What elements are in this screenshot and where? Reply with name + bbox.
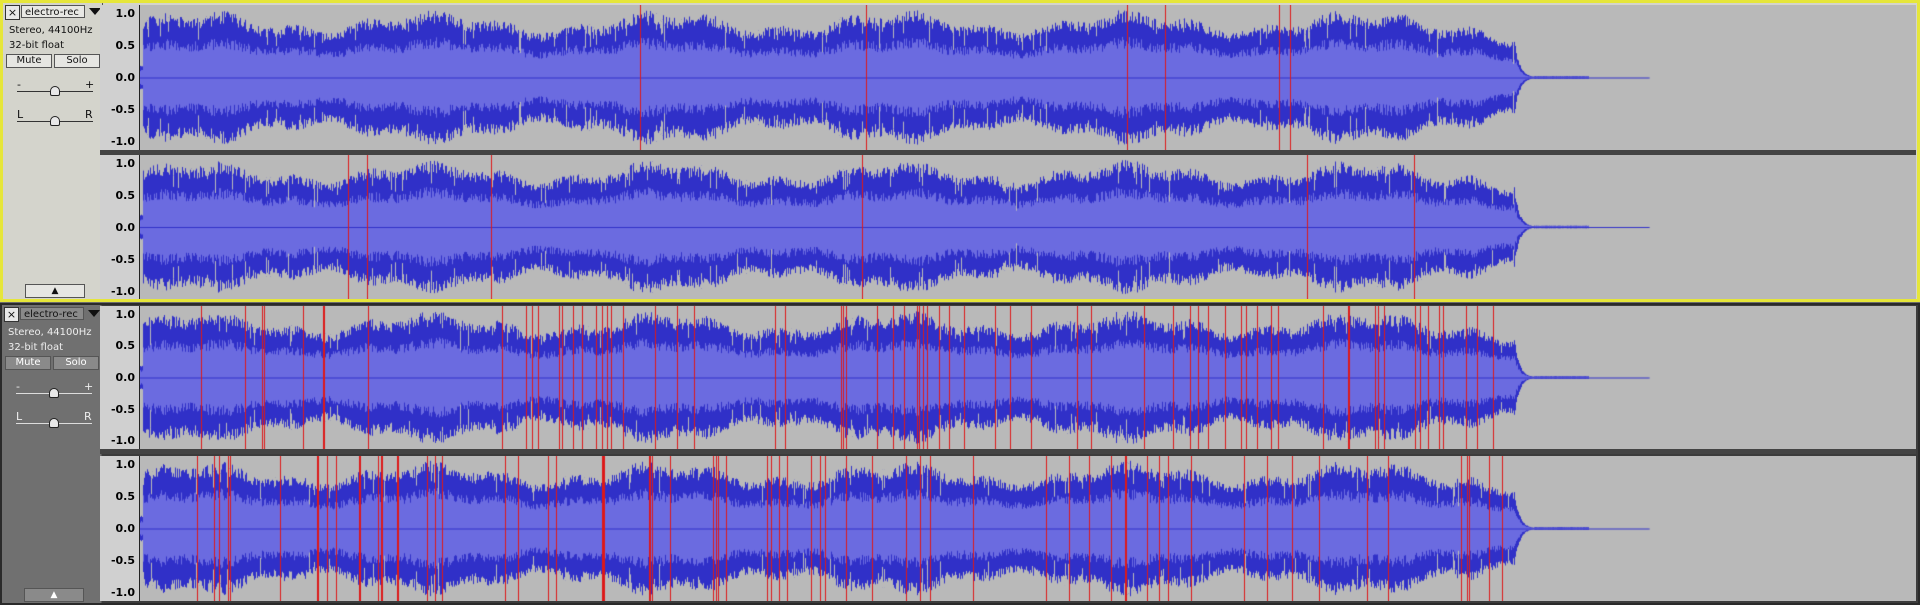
amplitude-ruler: 1.0 0.5 0.0 -0.5 -1.0 — [100, 155, 140, 299]
waveform-canvas[interactable] — [140, 456, 1916, 601]
tick-label: 0.5 — [115, 189, 136, 202]
track-2-left-channel[interactable]: 1.0 0.5 0.0 -0.5 -1.0 — [100, 306, 1916, 449]
gain-plus-label: + — [84, 380, 94, 393]
track-bitdepth: 32-bit float — [9, 40, 65, 51]
tick-label: 0.0 — [115, 71, 136, 84]
gain-slider-thumb[interactable] — [50, 86, 60, 96]
triangle-up-icon: ▲ — [50, 590, 58, 600]
amplitude-ruler: 1.0 0.5 0.0 -0.5 -1.0 — [100, 456, 140, 601]
tick-label: 0.0 — [115, 522, 136, 535]
mute-button[interactable]: Mute — [5, 356, 51, 370]
tick-label: -0.5 — [110, 103, 135, 116]
tick-label: 0.0 — [115, 371, 136, 384]
pan-slider[interactable] — [17, 116, 93, 126]
track-1-right-channel[interactable]: 1.0 0.5 0.0 -0.5 -1.0 — [100, 155, 1916, 299]
tick-label: -0.5 — [110, 554, 135, 567]
gain-slider-thumb[interactable] — [49, 388, 59, 398]
tick-label: 1.0 — [115, 7, 136, 20]
pan-slider[interactable] — [16, 418, 92, 428]
pan-right-label: R — [84, 410, 92, 423]
tick-label: 0.0 — [115, 221, 136, 234]
track-format: Stereo, 44100Hz — [8, 327, 92, 338]
tick-label: -1.0 — [110, 135, 135, 148]
mute-button[interactable]: Mute — [6, 54, 52, 68]
track-2-right-channel[interactable]: 1.0 0.5 0.0 -0.5 -1.0 — [100, 456, 1916, 601]
pan-right-label: R — [85, 108, 93, 121]
tick-label: 1.0 — [115, 308, 136, 321]
track-title-bar: × electro-rec — [5, 5, 101, 20]
track-bitdepth: 32-bit float — [8, 342, 64, 353]
tick-label: -1.0 — [110, 285, 135, 298]
amplitude-ruler: 1.0 0.5 0.0 -0.5 -1.0 — [100, 306, 140, 449]
pan-left-label: L — [16, 410, 23, 423]
gain-minus-label: - — [17, 78, 21, 91]
track-title-bar: × electro-rec — [4, 307, 100, 322]
triangle-up-icon: ▲ — [51, 286, 59, 296]
tick-label: -0.5 — [110, 253, 135, 266]
track-control-panel: × electro-rec Stereo, 44100Hz 32-bit flo… — [2, 305, 102, 603]
tick-label: 0.5 — [115, 39, 136, 52]
close-icon[interactable]: × — [5, 5, 20, 20]
tick-label: -0.5 — [110, 403, 135, 416]
gain-plus-label: + — [85, 78, 95, 91]
dropdown-triangle-icon[interactable] — [88, 310, 100, 317]
gain-minus-label: - — [16, 380, 20, 393]
solo-button[interactable]: Solo — [53, 356, 99, 370]
solo-button[interactable]: Solo — [54, 54, 100, 68]
track-format: Stereo, 44100Hz — [9, 25, 93, 36]
pan-left-label: L — [17, 108, 24, 121]
waveform-canvas[interactable] — [140, 306, 1916, 449]
pan-slider-thumb[interactable] — [50, 116, 60, 126]
collapse-track-button[interactable]: ▲ — [24, 588, 84, 602]
channel-separator — [100, 449, 1916, 454]
tick-label: 0.5 — [115, 490, 136, 503]
track-1-left-channel[interactable]: 1.0 0.5 0.0 -0.5 -1.0 — [100, 5, 1916, 150]
waveform-canvas[interactable] — [140, 155, 1916, 299]
tick-label: 0.5 — [115, 339, 136, 352]
collapse-track-button[interactable]: ▲ — [25, 284, 85, 298]
track-control-panel: × electro-rec Stereo, 44100Hz 32-bit flo… — [3, 3, 103, 299]
pan-slider-thumb[interactable] — [49, 418, 59, 428]
tick-label: 1.0 — [115, 157, 136, 170]
waveform-canvas[interactable] — [140, 5, 1916, 150]
close-icon[interactable]: × — [4, 307, 19, 322]
track-name-menu[interactable]: electro-rec — [20, 307, 84, 320]
gain-slider[interactable] — [17, 86, 93, 96]
tick-label: -1.0 — [110, 434, 135, 447]
tick-label: -1.0 — [110, 586, 135, 599]
amplitude-ruler: 1.0 0.5 0.0 -0.5 -1.0 — [100, 5, 140, 150]
track-name-menu[interactable]: electro-rec — [21, 5, 85, 18]
gain-slider[interactable] — [16, 388, 92, 398]
tick-label: 1.0 — [115, 458, 136, 471]
